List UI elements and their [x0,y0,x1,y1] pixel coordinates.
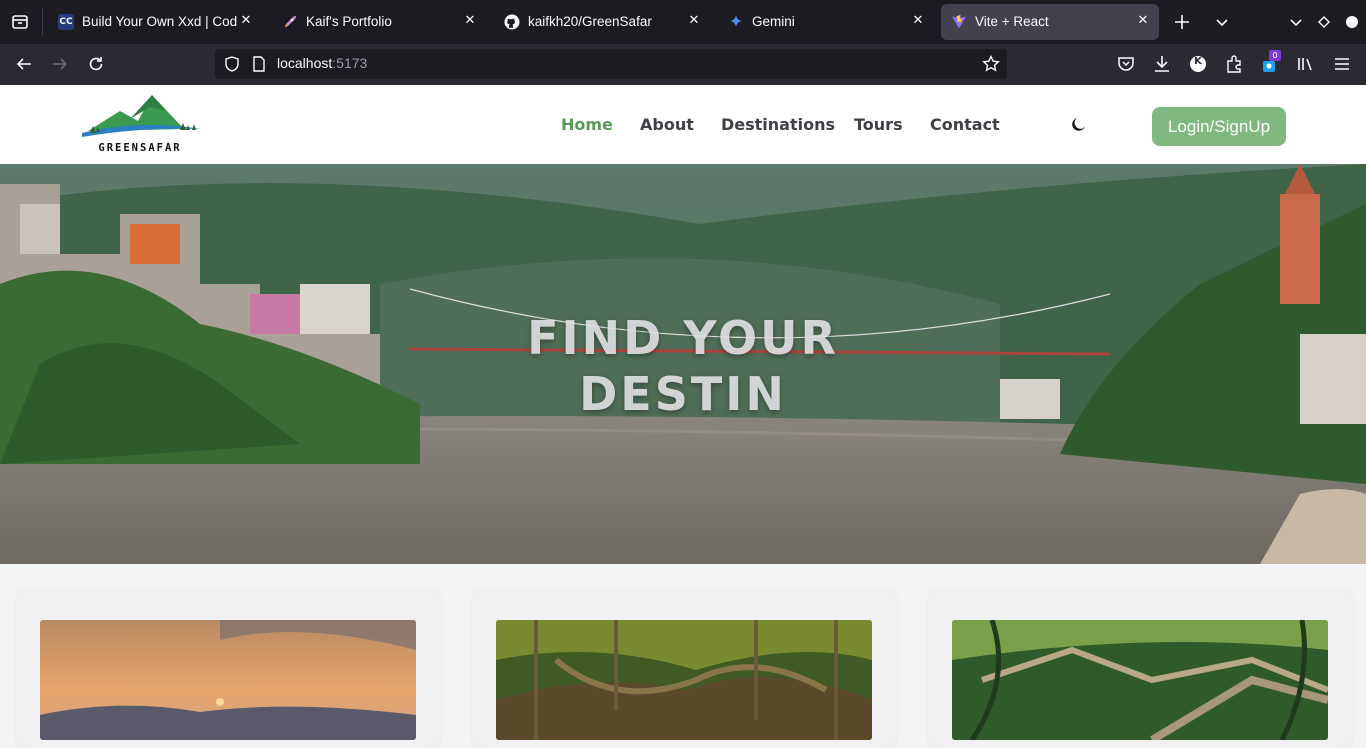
url-port: :5173 [332,55,368,71]
tab-title: Build Your Own Xxd | Codi [82,14,238,29]
rocket-icon [282,14,298,30]
tab-codecrafters[interactable]: CC Build Your Own Xxd | Codi ✕ [48,4,262,40]
page-icon[interactable] [250,55,268,73]
forest-stairway-image [952,620,1328,740]
tab-vite-react[interactable]: Vite + React ✕ [941,4,1159,40]
window-menu-chevron-icon[interactable] [1285,11,1307,33]
hero-heading-line1: FIND YOUR [527,311,839,365]
hero-heading: FIND YOUR DESTIN [483,310,883,422]
extension-badge: 0 [1269,50,1281,61]
tab-list-chevron-icon[interactable] [1211,11,1233,33]
mountain-logo-icon [82,95,200,137]
sunset-mountains-image [40,620,416,740]
nav-tours[interactable]: Tours [854,115,903,134]
tab-title: Gemini [752,14,795,29]
nav-about[interactable]: About [640,115,694,134]
nav-home[interactable]: Home [561,115,613,134]
tab-close-icon[interactable]: ✕ [910,13,926,29]
login-signup-button[interactable]: Login/SignUp [1152,107,1286,146]
tab-close-icon[interactable]: ✕ [1135,13,1151,29]
destination-card[interactable] [472,588,897,748]
browser-tab-bar: CC Build Your Own Xxd | Codi ✕ Kaif's Po… [0,0,1366,44]
site-header: GREENSAFAR Home About Destinations Tours… [0,85,1366,164]
reader-library-icon[interactable] [1295,53,1317,75]
downloads-icon[interactable] [1151,53,1173,75]
new-tab-icon[interactable] [1171,11,1193,33]
account-initial: K [1194,56,1202,67]
living-root-bridge-image [496,620,872,740]
tab-title: Kaif's Portfolio [306,14,392,29]
account-avatar-icon[interactable]: K [1187,53,1209,75]
hero-banner: FIND YOUR DESTIN [0,164,1366,564]
tab-gemini[interactable]: Gemini ✕ [718,4,934,40]
hero-heading-line2: DESTIN [579,367,787,421]
tab-title: Vite + React [975,14,1049,29]
tab-github[interactable]: kaifkh20/GreenSafar ✕ [494,4,710,40]
tab-close-icon[interactable]: ✕ [462,13,478,29]
moon-icon[interactable] [1070,115,1088,133]
tab-title: kaifkh20/GreenSafar [528,14,652,29]
forward-arrow-icon[interactable] [49,53,71,75]
restore-window-icon[interactable] [1313,11,1335,33]
codecrafters-icon: CC [58,14,74,30]
reload-icon[interactable] [85,53,107,75]
close-window-icon[interactable] [1341,11,1363,33]
destination-card[interactable] [16,588,441,748]
browser-nav-bar: localhost:5173 K 0 [0,44,1366,85]
pocket-icon[interactable] [1115,53,1137,75]
greensafar-logo[interactable]: GREENSAFAR [80,93,202,157]
tab-close-icon[interactable]: ✕ [686,13,702,29]
url-host: localhost [277,55,333,71]
bookmark-star-icon[interactable] [981,54,1001,74]
extension-counter-icon[interactable]: 0 [1259,50,1281,75]
firefox-view-icon[interactable] [8,10,32,34]
gemini-sparkle-icon [728,14,744,30]
nav-contact[interactable]: Contact [930,115,1000,134]
github-icon [504,14,520,30]
shield-icon[interactable] [223,55,241,73]
hamburger-menu-icon[interactable] [1331,53,1353,75]
back-arrow-icon[interactable] [13,53,35,75]
address-bar[interactable]: localhost:5173 [215,49,1007,79]
tab-portfolio[interactable]: Kaif's Portfolio ✕ [272,4,486,40]
vite-icon [951,14,967,30]
nav-destinations[interactable]: Destinations [721,115,835,134]
tab-separator [42,8,43,36]
tab-close-icon[interactable]: ✕ [238,13,254,29]
destination-card[interactable] [928,588,1353,748]
logo-wordmark: GREENSAFAR [98,142,182,154]
url-text[interactable]: localhost:5173 [277,55,367,71]
extensions-puzzle-icon[interactable] [1223,53,1245,75]
